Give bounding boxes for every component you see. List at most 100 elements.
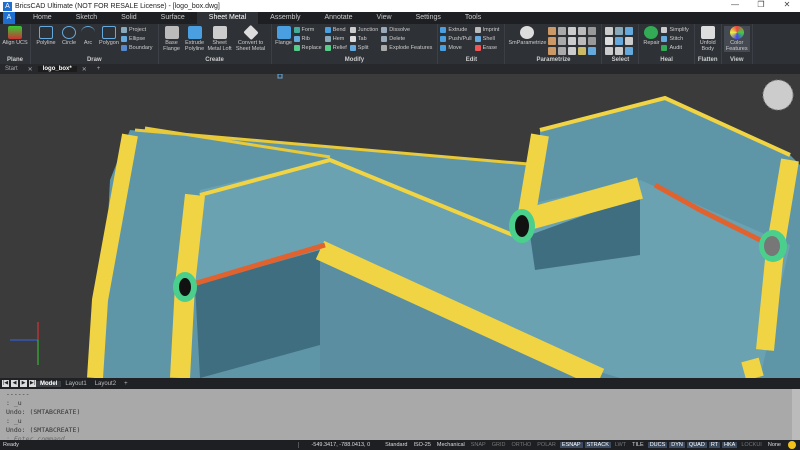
- extrude-button[interactable]: Extrude: [440, 26, 471, 35]
- select-icon[interactable]: [625, 47, 634, 55]
- layout-tab-layout2[interactable]: Layout2: [91, 381, 120, 387]
- new-tab-button[interactable]: +: [92, 66, 106, 72]
- 3d-model-view[interactable]: [0, 73, 800, 388]
- tab-view[interactable]: View: [365, 12, 404, 24]
- status-toggle-lockui[interactable]: LOCKUI: [739, 442, 763, 448]
- tab-sheet-metal[interactable]: Sheet Metal: [196, 12, 259, 24]
- status-toggle-mechanical[interactable]: Mechanical: [435, 442, 467, 448]
- status-toggle-tile[interactable]: TILE: [630, 442, 646, 448]
- stitch-button[interactable]: Stitch: [661, 35, 688, 44]
- tab-solid[interactable]: Solid: [109, 12, 149, 24]
- replace-button[interactable]: Replace: [293, 44, 322, 53]
- doc-tab-logo-box[interactable]: logo_box*: [37, 66, 77, 72]
- junction-button[interactable]: Junction: [349, 26, 378, 35]
- constraint-icon[interactable]: [568, 27, 577, 35]
- polygon-button[interactable]: Polygon: [97, 26, 121, 46]
- arc-button[interactable]: Arc: [79, 26, 97, 46]
- constraint-icon[interactable]: [578, 37, 587, 45]
- select-icon[interactable]: [605, 47, 614, 55]
- status-toggle-snap[interactable]: SNAP: [469, 442, 488, 448]
- circle-button[interactable]: Circle: [59, 26, 79, 46]
- ellipse-button[interactable]: Ellipse: [121, 35, 153, 44]
- repair-button[interactable]: Repair: [641, 26, 661, 46]
- constraint-icon[interactable]: [578, 27, 587, 35]
- shell-button[interactable]: Shell: [474, 35, 500, 44]
- dissolve-button[interactable]: Dissolve: [381, 26, 432, 35]
- command-scrollbar[interactable]: [792, 389, 800, 440]
- status-toggle-dyn[interactable]: DYN: [669, 442, 685, 448]
- status-toggle-ducs[interactable]: DUCS: [647, 442, 668, 448]
- hem-button[interactable]: Hem: [324, 35, 347, 44]
- maximize-button[interactable]: ❐: [748, 0, 774, 9]
- constraint-icon[interactable]: [548, 47, 557, 55]
- smparametrize-button[interactable]: SmParametrize: [507, 26, 547, 46]
- erase-button[interactable]: Erase: [474, 44, 500, 53]
- status-toggle-none[interactable]: None: [766, 442, 783, 448]
- status-toggle-iso-25[interactable]: ISO-25: [411, 442, 432, 448]
- select-icon[interactable]: [615, 47, 624, 55]
- relief-button[interactable]: Relief: [324, 44, 347, 53]
- constraint-icon[interactable]: [568, 47, 577, 55]
- layout-tab-layout1[interactable]: Layout1: [61, 381, 90, 387]
- tab-home[interactable]: Home: [21, 12, 64, 24]
- simplify-button[interactable]: Simplify: [661, 26, 689, 35]
- tab-surface[interactable]: Surface: [149, 12, 197, 24]
- tab-annotate[interactable]: Annotate: [313, 12, 365, 24]
- boundary-button[interactable]: Boundary: [121, 44, 153, 53]
- color-features-button[interactable]: Color Features: [723, 26, 750, 52]
- status-toggle-quad[interactable]: QUAD: [686, 442, 707, 448]
- doc-tab-start[interactable]: Start: [0, 66, 23, 72]
- push-pull-button[interactable]: Push/Pull: [440, 35, 472, 44]
- align-ucs-button[interactable]: Align UCS: [2, 26, 28, 46]
- notification-icon[interactable]: [788, 441, 796, 449]
- select-icon[interactable]: [605, 27, 614, 35]
- status-toggle-strack[interactable]: STRACK: [584, 442, 611, 448]
- constraint-icon[interactable]: [588, 27, 597, 35]
- close-tab-icon[interactable]: ✕: [77, 66, 92, 73]
- add-layout-button[interactable]: +: [120, 381, 132, 387]
- lock-icon[interactable]: [578, 47, 587, 55]
- flange-button[interactable]: Flange: [274, 26, 294, 46]
- constraint-icon[interactable]: [588, 37, 597, 45]
- close-button[interactable]: ✕: [774, 0, 800, 9]
- next-layout-icon[interactable]: ▶: [20, 380, 27, 387]
- status-toggle-rt[interactable]: RT: [708, 442, 721, 448]
- project-button[interactable]: Project: [121, 26, 153, 35]
- prev-layout-icon[interactable]: ◀: [11, 380, 18, 387]
- constraint-icon[interactable]: [568, 37, 577, 45]
- constraint-icon[interactable]: [558, 27, 567, 35]
- constraint-icon[interactable]: [558, 47, 567, 55]
- status-toggle-polar[interactable]: POLAR: [535, 442, 558, 448]
- select-icon[interactable]: [615, 27, 624, 35]
- polyline-button[interactable]: Polyline: [33, 26, 59, 46]
- status-toggle-standard[interactable]: Standard: [383, 442, 409, 448]
- unfold-body-button[interactable]: Unfold Body: [697, 26, 719, 52]
- first-layout-icon[interactable]: |◀: [2, 380, 9, 387]
- select-icon[interactable]: [615, 37, 624, 45]
- status-toggle-hka[interactable]: HKA: [722, 442, 738, 448]
- bend-button[interactable]: Bend: [324, 26, 347, 35]
- tab-assembly[interactable]: Assembly: [258, 12, 312, 24]
- convert-to-sheet-metal-button[interactable]: Convert to Sheet Metal: [233, 24, 269, 52]
- select-icon[interactable]: [625, 27, 634, 35]
- form-button[interactable]: Form: [293, 26, 322, 35]
- model-viewport[interactable]: [0, 73, 800, 388]
- constraint-icon[interactable]: [558, 37, 567, 45]
- tab-settings[interactable]: Settings: [404, 12, 453, 24]
- explode-features-button[interactable]: Explode Features: [381, 44, 432, 53]
- layout-tab-model[interactable]: Model: [36, 380, 62, 387]
- last-layout-icon[interactable]: ▶|: [29, 380, 36, 387]
- constraint-icon[interactable]: [548, 27, 557, 35]
- extrude-polyline-button[interactable]: Extrude Polyline: [183, 26, 207, 52]
- application-menu-button[interactable]: A: [3, 12, 15, 24]
- view-cube-icon[interactable]: [762, 79, 794, 111]
- constraint-icon[interactable]: [548, 37, 557, 45]
- tab-sketch[interactable]: Sketch: [64, 12, 109, 24]
- status-toggle-esnap[interactable]: ESNAP: [559, 442, 583, 448]
- rib-button[interactable]: Rib: [293, 35, 322, 44]
- split-button[interactable]: Split: [349, 44, 379, 53]
- sheet-metal-loft-button[interactable]: Sheet Metal Loft: [207, 26, 233, 52]
- select-icon[interactable]: [605, 37, 614, 45]
- status-toggle-lwt[interactable]: LWT: [613, 442, 628, 448]
- tab-button[interactable]: Tab: [349, 35, 379, 44]
